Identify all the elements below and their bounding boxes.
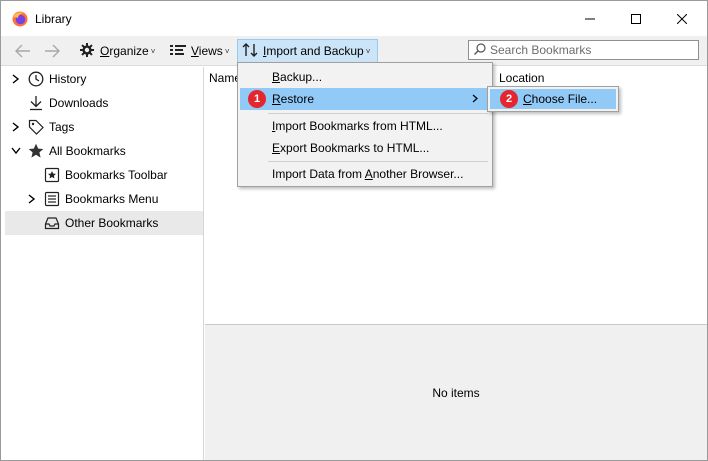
menu-item-choose-file[interactable]: 2 Choose File...: [490, 89, 616, 109]
menu-item-import-html[interactable]: Import Bookmarks from HTML...: [240, 115, 490, 137]
sidebar-item-other-bookmarks[interactable]: Other Bookmarks: [5, 211, 203, 235]
arrow-left-icon: [15, 44, 30, 58]
back-button[interactable]: [12, 40, 34, 62]
sidebar-item-downloads[interactable]: Downloads: [1, 91, 203, 115]
sidebar-item-label: All Bookmarks: [49, 144, 126, 158]
download-icon: [28, 95, 44, 111]
search-bookmarks-field[interactable]: [468, 40, 699, 60]
import-export-arrows-icon: [242, 42, 258, 61]
details-pane: No items: [205, 325, 707, 460]
library-window: Library Organize ˅ Views ˅ Import and Ba…: [0, 0, 708, 461]
import-and-backup-button[interactable]: Import and Backup ˅: [237, 39, 378, 63]
clock-icon: [28, 71, 44, 87]
sidebar-item-label: Bookmarks Toolbar: [65, 168, 168, 182]
views-button[interactable]: Views ˅: [166, 39, 233, 63]
firefox-icon: [12, 11, 28, 27]
chevron-right-icon[interactable]: [27, 194, 37, 204]
menu-item-backup[interactable]: Backup...: [240, 66, 490, 88]
empty-details-text: No items: [432, 385, 480, 400]
window-title: Library: [35, 12, 72, 26]
import-and-backup-label: Import and Backup: [263, 44, 364, 58]
sidebar-item-label: History: [49, 72, 87, 86]
menu-item-export-html[interactable]: Export Bookmarks to HTML...: [240, 137, 490, 159]
sidebar-item-history[interactable]: History: [1, 67, 203, 91]
sidebar-item-label: Tags: [49, 120, 75, 134]
chevron-down-icon: ˅: [150, 46, 156, 56]
tag-icon: [28, 119, 44, 135]
sidebar-item-tags[interactable]: Tags: [1, 115, 203, 139]
organize-button[interactable]: Organize ˅: [75, 39, 159, 63]
menu-separator: [268, 113, 488, 114]
gear-icon: [79, 42, 95, 61]
maximize-button[interactable]: [613, 1, 659, 36]
search-input[interactable]: [490, 43, 690, 57]
inbox-icon: [44, 215, 60, 231]
organize-label: Organize: [100, 44, 149, 58]
chevron-right-icon: [472, 94, 478, 105]
sidebar-item-label: Downloads: [49, 96, 109, 110]
step-badge-2: 2: [500, 90, 518, 108]
menu-separator: [268, 161, 488, 162]
sidebar-item-label: Other Bookmarks: [65, 216, 159, 230]
list-view-icon: [170, 43, 186, 60]
sidebar-item-bookmarks-toolbar[interactable]: Bookmarks Toolbar: [1, 163, 203, 187]
arrow-right-icon: [45, 44, 60, 58]
chevron-down-icon: ˅: [365, 46, 371, 56]
forward-button[interactable]: [41, 40, 63, 62]
menu-item-import-another-browser[interactable]: Import Data from Another Browser...: [240, 163, 490, 185]
minimize-button[interactable]: [567, 1, 613, 36]
chevron-right-icon[interactable]: [11, 74, 21, 84]
sidebar-item-all-bookmarks[interactable]: All Bookmarks: [1, 139, 203, 163]
menu-item-restore[interactable]: 1 Restore: [240, 88, 490, 110]
chevron-down-icon[interactable]: [11, 146, 21, 156]
chevron-down-icon: ˅: [224, 46, 230, 56]
chevron-right-icon[interactable]: [11, 122, 21, 132]
bookmarks-menu-icon: [44, 191, 60, 207]
sidebar-item-bookmarks-menu[interactable]: Bookmarks Menu: [1, 187, 203, 211]
step-badge-1: 1: [248, 90, 266, 108]
title-bar: Library: [1, 1, 707, 36]
import-and-backup-menu: Backup... 1 Restore Import Bookmarks fro…: [237, 62, 493, 187]
bookmarks-toolbar-icon: [44, 167, 60, 183]
views-label: Views: [191, 44, 223, 58]
close-button[interactable]: [659, 1, 705, 36]
star-icon: [28, 143, 44, 159]
sidebar-item-label: Bookmarks Menu: [65, 192, 159, 206]
search-icon: [474, 42, 486, 58]
sidebar-tree: History Downloads Tags All Bookmarks Boo…: [1, 67, 204, 460]
restore-submenu: 2 Choose File...: [487, 86, 619, 112]
